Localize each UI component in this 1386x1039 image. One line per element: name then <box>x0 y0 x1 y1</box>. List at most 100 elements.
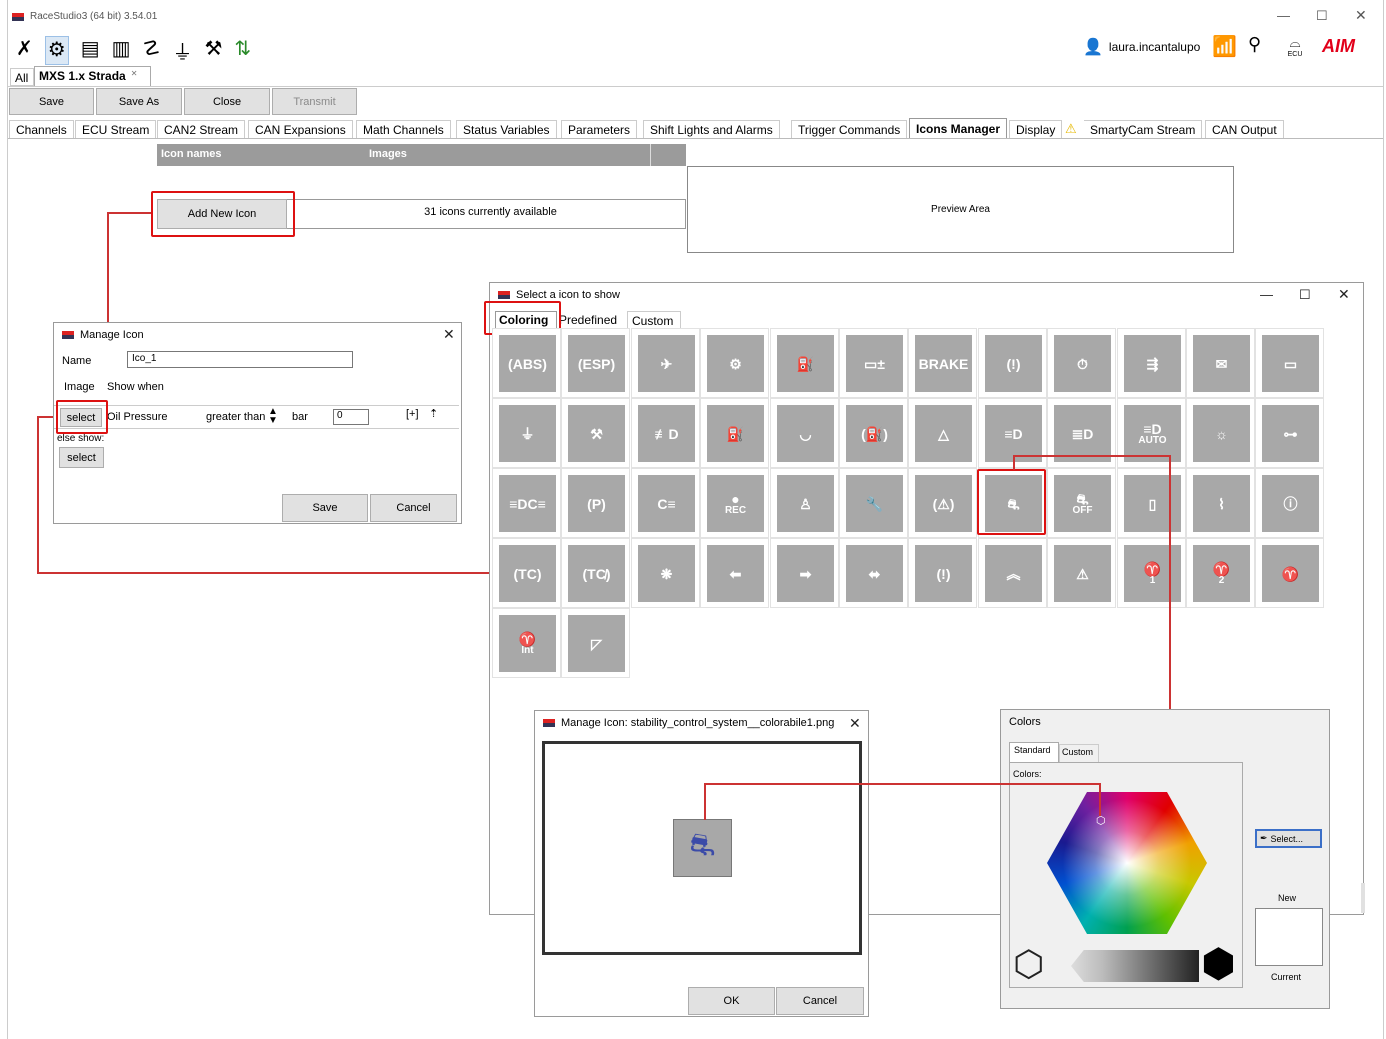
add-condition-icon[interactable]: [+] <box>406 408 419 420</box>
tab-math-channels[interactable]: Math Channels <box>356 120 451 138</box>
tools-icon[interactable]: ✗ <box>16 36 33 65</box>
icon-cell[interactable]: ✉ <box>1186 328 1255 398</box>
condition-spinner-icon[interactable]: ▲ ▼ <box>268 407 278 426</box>
close-tab-icon[interactable]: ✕ <box>131 69 138 84</box>
icon-cell[interactable]: (TC) <box>492 538 561 608</box>
tab-standard[interactable]: Standard <box>1009 742 1059 762</box>
icon-cell[interactable]: ≢D <box>631 398 700 468</box>
minimize-icon[interactable]: — <box>1260 287 1273 302</box>
name-input[interactable]: Ico_1 <box>127 351 353 368</box>
maximize-icon[interactable]: ☐ <box>1299 287 1311 303</box>
tab-can-expansions[interactable]: CAN Expansions <box>248 120 353 138</box>
icon-cell[interactable]: △ <box>908 398 977 468</box>
icon-cell[interactable]: ♈ <box>1255 538 1324 608</box>
select-color-button[interactable]: ✒ Select... <box>1255 829 1322 848</box>
icon-cell[interactable]: ⚙ <box>700 328 769 398</box>
icon-cell[interactable]: ♈ 1 <box>1117 538 1186 608</box>
maximize-icon[interactable]: ☐ <box>1316 8 1328 24</box>
tab-predefined[interactable]: Predefined <box>559 313 617 327</box>
icon-cell[interactable]: (ESP) <box>561 328 630 398</box>
configuration-icon[interactable]: ⚙ <box>44 36 69 65</box>
icon-cell[interactable]: ⌇ <box>1186 468 1255 538</box>
value-input[interactable]: 0 <box>333 409 369 425</box>
icon-cell[interactable]: C≡ <box>631 468 700 538</box>
tab-can2-stream[interactable]: CAN2 Stream <box>157 120 246 138</box>
icon-cell[interactable]: 🔧 <box>839 468 908 538</box>
tab-smartycam-stream[interactable]: SmartyCam Stream <box>1084 120 1203 138</box>
icon-cell[interactable]: ⊶ <box>1255 398 1324 468</box>
icon-cell[interactable]: ⬅ <box>700 538 769 608</box>
channel-select[interactable]: Oil Pressure <box>107 411 168 423</box>
wifi-gear-icon[interactable]: ⚒ <box>204 36 222 65</box>
save-button[interactable]: Save <box>282 494 368 522</box>
tab-ecu-stream[interactable]: ECU Stream <box>75 120 157 138</box>
icon-cell[interactable]: ≣D <box>1047 398 1116 468</box>
icon-cell[interactable]: ⛽ <box>700 398 769 468</box>
icon-cell[interactable]: ❋ <box>631 538 700 608</box>
ok-button[interactable]: OK <box>688 987 775 1015</box>
connection-icon[interactable]: ⚲ <box>1248 34 1261 55</box>
icon-cell[interactable]: ♈ Int <box>492 608 561 678</box>
tab-trigger-commands[interactable]: Trigger Commands <box>791 120 908 138</box>
icon-cell[interactable]: ➡ <box>770 538 839 608</box>
close-icon[interactable]: ✕ <box>1355 7 1367 24</box>
transmit-button[interactable]: Transmit <box>272 88 357 115</box>
track-icon[interactable]: ☡ <box>143 36 161 65</box>
icon-cell[interactable]: ♈ 2 <box>1186 538 1255 608</box>
icon-cell[interactable]: ≡D AUTO <box>1117 398 1186 468</box>
icon-cell[interactable]: ⚒ <box>561 398 630 468</box>
tab-display[interactable]: Display <box>1009 120 1063 138</box>
close-icon[interactable]: ✕ <box>1338 286 1350 303</box>
icon-cell[interactable]: (!) <box>978 328 1047 398</box>
icon-cell[interactable]: ◡ <box>770 398 839 468</box>
icon-cell[interactable]: (⛽) <box>839 398 908 468</box>
icon-cell[interactable]: BRAKE <box>908 328 977 398</box>
cancel-button[interactable]: Cancel <box>370 494 457 522</box>
transfer-icon[interactable]: ⇅ <box>234 36 251 65</box>
ecu-button[interactable]: ⌓ ECU <box>1283 34 1307 58</box>
icon-cell[interactable]: ≡DC≡ <box>492 468 561 538</box>
tab-parameters[interactable]: Parameters <box>561 120 638 138</box>
icon-cell[interactable]: ▭± <box>839 328 908 398</box>
dash-3-icon[interactable]: ▥ <box>112 36 131 65</box>
user-area[interactable]: 👤 laura.incantalupo <box>1083 37 1200 57</box>
icon-cell[interactable]: ◸ <box>561 608 630 678</box>
icon-cell[interactable]: ⛐ OFF <box>1047 468 1116 538</box>
water-temp-icon[interactable]: ⏚ <box>172 36 192 65</box>
dash-2-icon[interactable]: ▤ <box>81 36 100 65</box>
icon-cell[interactable]: (P) <box>561 468 630 538</box>
white-swatch-icon[interactable]: ⬡ <box>1013 946 1044 982</box>
tab-device[interactable]: MXS 1.x Strada ✕ <box>34 66 151 86</box>
icon-cell[interactable]: ▯ <box>1117 468 1186 538</box>
icon-cell[interactable]: ⇶ <box>1117 328 1186 398</box>
condition-select[interactable]: greater than <box>206 411 265 423</box>
tab-shift-lights[interactable]: Shift Lights and Alarms <box>643 120 780 138</box>
icon-cell[interactable]: ▭ <box>1255 328 1324 398</box>
icon-cell[interactable]: ⏱ <box>1047 328 1116 398</box>
tab-channels[interactable]: Channels <box>9 120 74 138</box>
icon-cell[interactable]: ︽ <box>978 538 1047 608</box>
icon-cell[interactable]: ☼ <box>1186 398 1255 468</box>
priority-icon[interactable]: ⇡ <box>429 407 438 420</box>
cancel-button[interactable]: Cancel <box>776 987 864 1015</box>
black-swatch-icon[interactable]: ⬢ <box>1201 944 1236 984</box>
select-else-button[interactable]: select <box>59 447 104 468</box>
tab-can-output[interactable]: CAN Output <box>1205 120 1284 138</box>
close-button[interactable]: Close <box>184 88 270 115</box>
icon-cell[interactable]: (ABS) <box>492 328 561 398</box>
icon-cell[interactable]: ⚠ <box>1047 538 1116 608</box>
icon-cell[interactable]: (!) <box>908 538 977 608</box>
tab-status-variables[interactable]: Status Variables <box>456 120 557 138</box>
icon-cell[interactable]: ♙ <box>770 468 839 538</box>
tab-custom[interactable]: Custom <box>1059 744 1099 762</box>
save-button[interactable]: Save <box>9 88 94 115</box>
tab-all[interactable]: All <box>10 68 34 86</box>
icon-cell[interactable]: ⛽ <box>770 328 839 398</box>
gray-swatches[interactable] <box>1071 950 1199 982</box>
close-icon[interactable]: ✕ <box>443 326 455 343</box>
icon-cell[interactable]: ✈ <box>631 328 700 398</box>
icon-cell[interactable]: (⚠) <box>908 468 977 538</box>
icon-cell[interactable]: ⏚ <box>492 398 561 468</box>
wifi-icon[interactable]: 📶 <box>1212 34 1237 59</box>
close-icon[interactable]: ✕ <box>849 715 861 732</box>
